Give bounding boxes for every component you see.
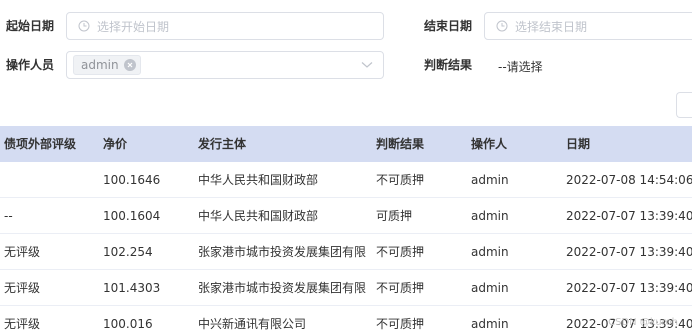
cell-result: 不可质押 xyxy=(376,173,425,187)
cell-operator: admin xyxy=(471,209,509,223)
cell-result: 不可质押 xyxy=(376,317,425,331)
cell-result: 不可质押 xyxy=(376,245,425,259)
operator-tag: admin xyxy=(73,55,141,75)
result-select[interactable]: --请选择 xyxy=(498,58,543,75)
cell-date: 2022-07-08 14:54:06.0 xyxy=(566,173,692,187)
column-header-rating: 债项外部评级 xyxy=(4,137,77,151)
cell-date: 2022-07-07 13:39:40.0 xyxy=(566,281,692,295)
table-header: 债项外部评级 净价 发行主体 判断结果 操作人 日期 xyxy=(0,126,692,162)
cell-operator: admin xyxy=(471,173,509,187)
clock-icon xyxy=(78,20,90,32)
table-row[interactable]: 100.1646 中华人民共和国财政部 不可质押 admin 2022-07-0… xyxy=(0,162,692,198)
cell-operator: admin xyxy=(471,317,509,331)
start-date-picker[interactable]: 选择开始日期 xyxy=(66,12,384,40)
clock-icon xyxy=(496,20,508,32)
table-row[interactable]: 无评级 102.254 张家港市城市投资发展集团有限 不可质押 admin 20… xyxy=(0,234,692,270)
query-page: 起始日期 选择开始日期 结束日期 选择结束日期 操作人员 admin 判断结果 … xyxy=(0,0,692,332)
chevron-down-icon xyxy=(361,62,373,68)
end-date-picker[interactable]: 选择结束日期 xyxy=(484,12,692,40)
cell-net-price: 100.1646 xyxy=(103,173,161,187)
cell-result: 可质押 xyxy=(376,209,413,223)
end-date-placeholder: 选择结束日期 xyxy=(515,19,588,34)
table-row[interactable]: -- 100.1604 中华人民共和国财政部 可质押 admin 2022-07… xyxy=(0,198,692,234)
cell-date: 2022-07-07 13:39:40.0 xyxy=(566,245,692,259)
table-row[interactable]: 无评级 100.016 中兴新通讯有限公司 不可质押 admin 2022-07… xyxy=(0,306,692,332)
cell-net-price: 100.016 xyxy=(103,317,153,331)
column-header-result: 判断结果 xyxy=(376,137,425,151)
cell-rating: 无评级 xyxy=(4,281,41,295)
cell-issuer: 中华人民共和国财政部 xyxy=(198,173,319,187)
cell-operator: admin xyxy=(471,245,509,259)
operator-select[interactable]: admin xyxy=(66,51,384,79)
tag-close-icon[interactable] xyxy=(123,59,136,71)
cell-net-price: 101.4303 xyxy=(103,281,161,295)
table-row[interactable]: 无评级 101.4303 张家港市城市投资发展集团有限 不可质押 admin 2… xyxy=(0,270,692,306)
operator-label: 操作人员 xyxy=(6,58,55,72)
column-header-date: 日期 xyxy=(566,137,591,151)
column-header-issuer: 发行主体 xyxy=(198,137,247,151)
cell-issuer: 中兴新通讯有限公司 xyxy=(198,317,307,331)
cell-issuer: 中华人民共和国财政部 xyxy=(198,209,319,223)
start-date-label: 起始日期 xyxy=(6,19,55,33)
cell-result: 不可质押 xyxy=(376,281,425,295)
cell-net-price: 102.254 xyxy=(103,245,153,259)
cell-rating: 无评级 xyxy=(4,245,41,259)
start-date-placeholder: 选择开始日期 xyxy=(97,19,170,34)
operator-tag-text: admin xyxy=(81,58,119,72)
cell-issuer: 张家港市城市投资发展集团有限 xyxy=(198,281,366,295)
end-date-label: 结束日期 xyxy=(424,19,473,33)
cell-rating xyxy=(4,162,96,198)
watermark: CSDN @kuroh xyxy=(608,317,678,328)
search-button[interactable] xyxy=(676,92,692,118)
result-label: 判断结果 xyxy=(424,58,473,72)
cell-rating: -- xyxy=(4,209,13,223)
cell-rating: 无评级 xyxy=(4,317,41,331)
cell-date: 2022-07-07 13:39:40.0 xyxy=(566,209,692,223)
cell-net-price: 100.1604 xyxy=(103,209,161,223)
cell-issuer: 张家港市城市投资发展集团有限 xyxy=(198,245,366,259)
column-header-net-price: 净价 xyxy=(103,137,128,151)
column-header-operator: 操作人 xyxy=(471,137,508,151)
cell-operator: admin xyxy=(471,281,509,295)
